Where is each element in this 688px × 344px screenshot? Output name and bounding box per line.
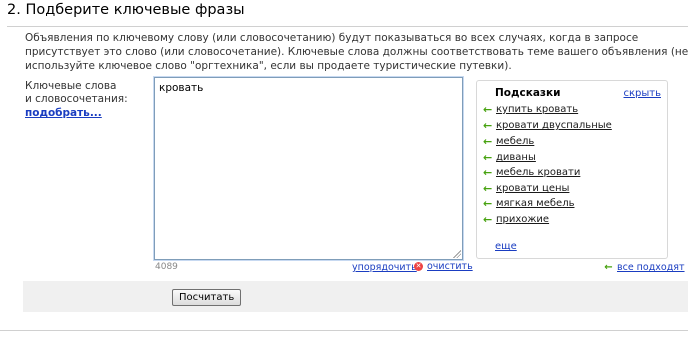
section-description: Объявления по ключевому слову (или слово… xyxy=(25,32,688,72)
hint-item-label[interactable]: диваны xyxy=(496,152,536,163)
hint-item[interactable]: ← прихожие xyxy=(483,213,549,226)
section-title: 2. Подберите ключевые фразы xyxy=(7,2,245,18)
left-arrow-icon[interactable]: ← xyxy=(483,151,492,164)
keywords-label: Ключевые слова и словосочетания: подобра… xyxy=(25,80,128,120)
all-fit-control[interactable]: ← все подходят xyxy=(604,262,685,273)
hints-panel: Подсказки скрыть ← купить кровать ← кров… xyxy=(476,80,668,259)
calculate-button[interactable]: Посчитать xyxy=(172,289,242,306)
keywords-textarea[interactable] xyxy=(155,78,462,259)
hint-item-label[interactable]: купить кровать xyxy=(496,104,578,115)
hints-hide-link[interactable]: скрыть xyxy=(624,88,662,99)
clear-link[interactable]: очистить xyxy=(427,261,473,272)
hint-item[interactable]: ← кровати цены xyxy=(483,182,569,195)
left-arrow-icon[interactable]: ← xyxy=(483,166,492,179)
hint-item[interactable]: ← диваны xyxy=(483,151,536,164)
char-counter: 4089 xyxy=(155,262,178,272)
hint-item[interactable]: ← купить кровать xyxy=(483,103,578,116)
clear-icon[interactable]: ✕ xyxy=(414,262,423,271)
hint-item-label[interactable]: прихожие xyxy=(496,214,549,225)
left-arrow-icon[interactable]: ← xyxy=(604,262,613,273)
pick-keywords-link[interactable]: подобрать... xyxy=(25,107,102,120)
left-arrow-icon[interactable]: ← xyxy=(483,213,492,226)
left-arrow-icon[interactable]: ← xyxy=(483,135,492,148)
resize-grip-icon[interactable] xyxy=(453,250,461,258)
hints-more-link[interactable]: еще xyxy=(495,241,517,252)
bottom-divider xyxy=(0,330,688,331)
left-arrow-icon[interactable]: ← xyxy=(483,197,492,210)
all-fit-link[interactable]: все подходят xyxy=(617,262,685,273)
hint-item-label[interactable]: мебель кровати xyxy=(496,167,580,178)
keywords-label-line1: Ключевые слова xyxy=(25,80,117,92)
keywords-textarea-box xyxy=(154,77,463,260)
left-arrow-icon[interactable]: ← xyxy=(483,182,492,195)
left-arrow-icon[interactable]: ← xyxy=(483,103,492,116)
clear-control[interactable]: ✕ очистить xyxy=(414,261,473,272)
hint-item[interactable]: ← мебель xyxy=(483,135,534,148)
hint-item-label[interactable]: кровати двуспальные xyxy=(496,120,612,131)
keywords-label-line2: и словосочетания: xyxy=(25,93,128,105)
hints-title: Подсказки xyxy=(495,87,561,99)
hint-item[interactable]: ← мягкая мебель xyxy=(483,197,574,210)
hint-item-label[interactable]: мягкая мебель xyxy=(496,198,574,209)
left-arrow-icon[interactable]: ← xyxy=(483,119,492,132)
sort-link[interactable]: упорядочить xyxy=(352,262,417,273)
title-divider xyxy=(7,26,688,27)
hint-item-label[interactable]: кровати цены xyxy=(496,183,569,194)
hint-item[interactable]: ← мебель кровати xyxy=(483,166,580,179)
hint-item-label[interactable]: мебель xyxy=(496,136,534,147)
hint-item[interactable]: ← кровати двуспальные xyxy=(483,119,612,132)
footer-bar xyxy=(23,281,688,312)
